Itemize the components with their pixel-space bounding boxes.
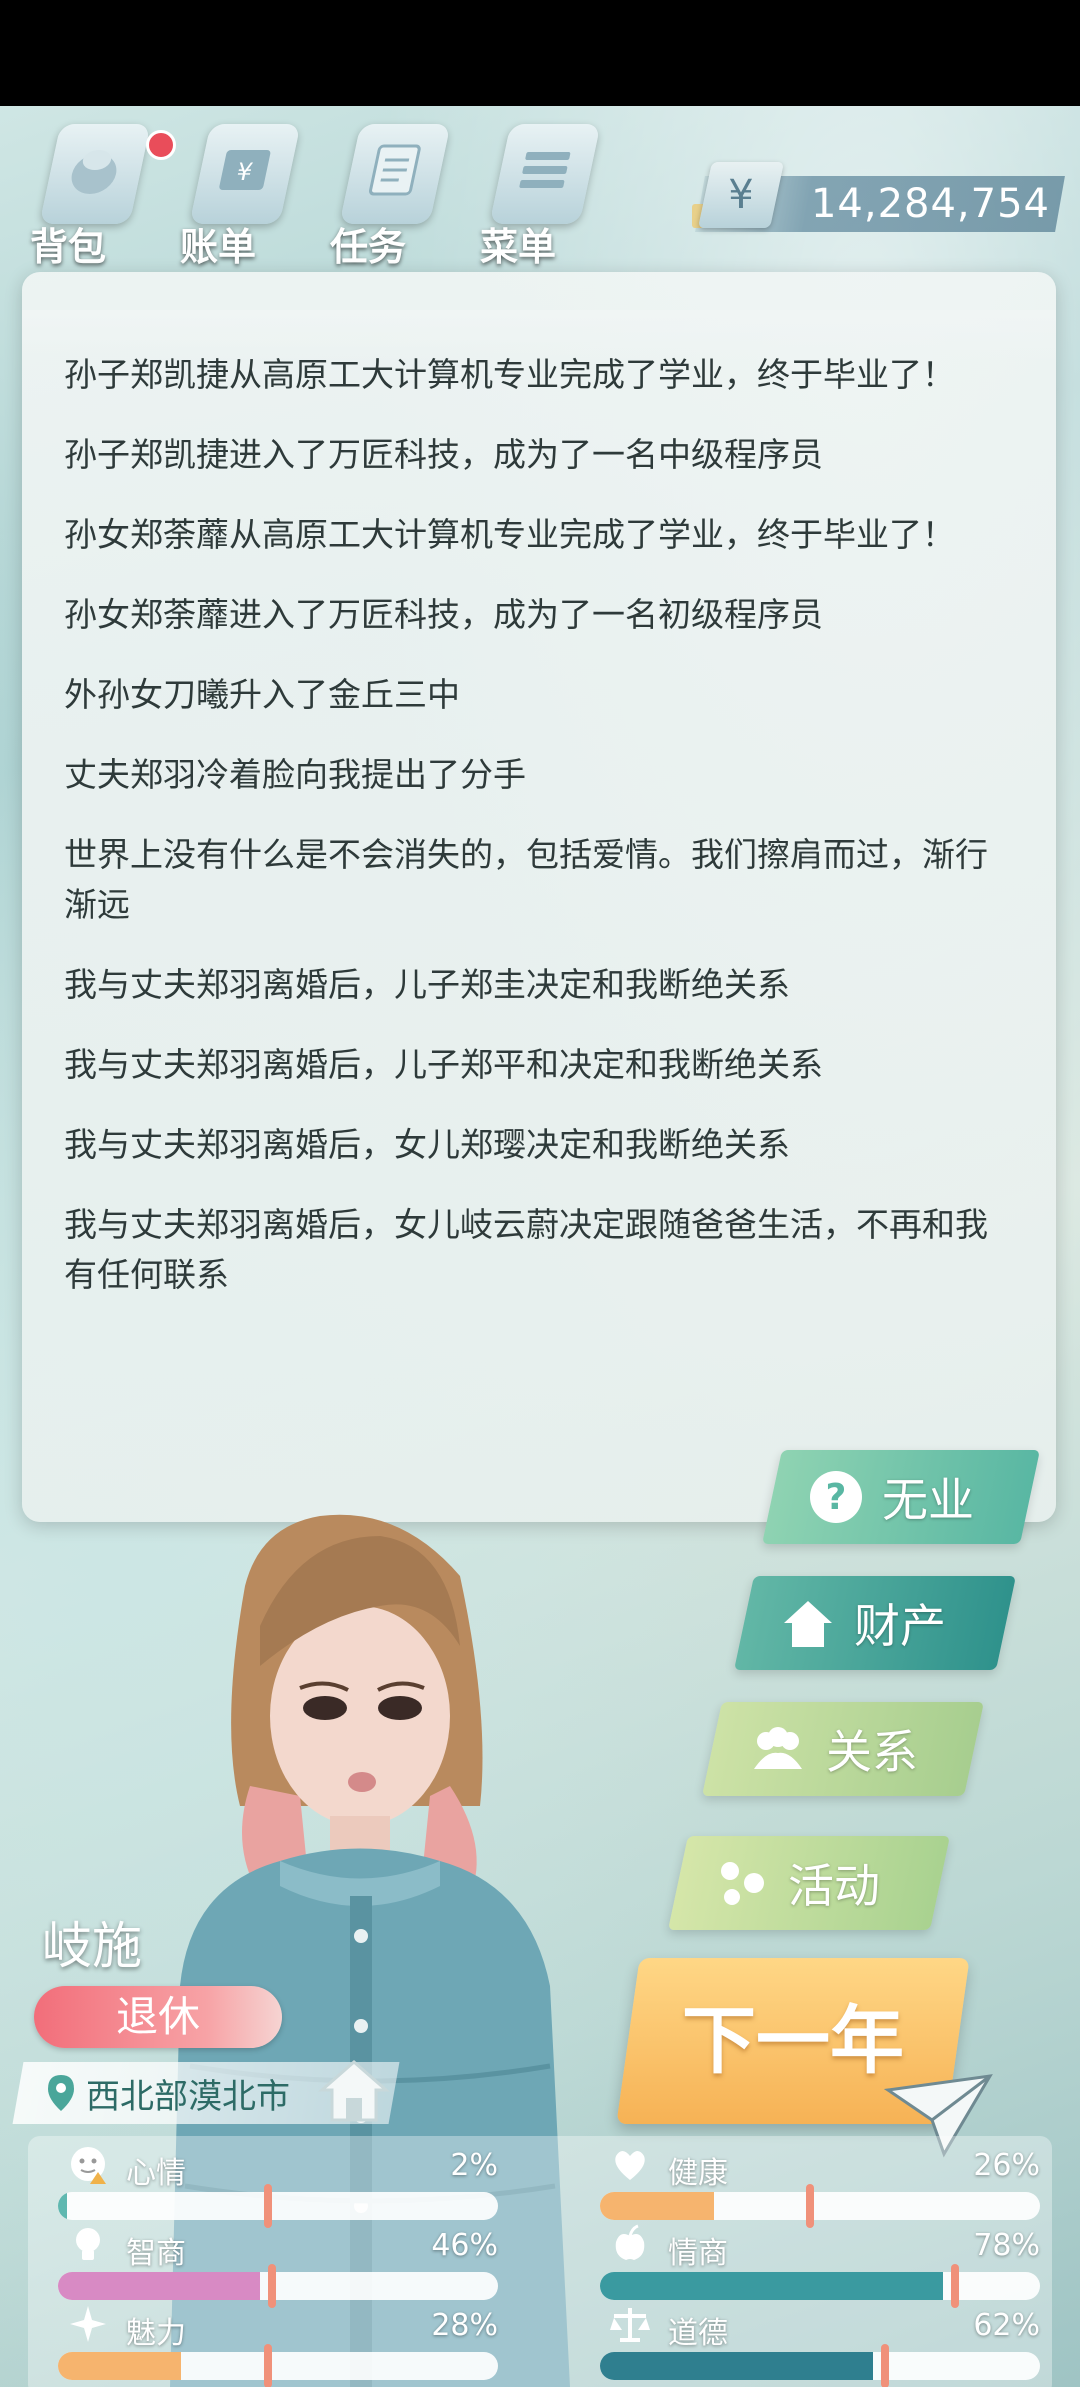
sparkle-icon xyxy=(70,2306,106,2342)
menu-button[interactable]: 菜单 xyxy=(472,116,612,269)
stats-panel: 心情 2% 健康 26% 智商 46% 情商 78% 魅力 28% 道德 62% xyxy=(28,2136,1052,2387)
log-entry: 孙女郑荼蘼进入了万匠科技，成为了一名初级程序员 xyxy=(64,595,823,634)
activity-button[interactable]: 活动 xyxy=(668,1836,950,1930)
question-icon: ? xyxy=(810,1471,862,1523)
game-scene: 背包 ¥ 账单 任务 菜单 ¥ 14,284,754 孙子郑凯捷进入了万匠科技 xyxy=(0,106,1080,2387)
status-bar xyxy=(0,0,1080,106)
stat-2: 智商 46% xyxy=(58,2224,498,2308)
house-icon xyxy=(784,1601,832,1647)
stat-bar xyxy=(58,2352,498,2380)
stat-bar-fill xyxy=(58,2272,261,2300)
stat-value: 62% xyxy=(973,2308,1040,2343)
money-value: 14,284,754 xyxy=(810,181,1050,227)
log-entry: 外孙女刀曦升入了金丘三中 xyxy=(64,675,460,714)
people-icon xyxy=(754,1727,802,1769)
stat-name: 智商 xyxy=(126,2236,186,2271)
relations-button[interactable]: 关系 xyxy=(702,1702,984,1796)
stat-0: 心情 2% xyxy=(58,2144,498,2228)
log-entry: 孙子郑凯捷进入了万匠科技，成为了一名中级程序员 xyxy=(64,435,823,474)
stat-5: 道德 62% xyxy=(600,2304,1040,2387)
log-entry: 孙女郑荼蘼从高原工大计算机专业完成了学业，终于毕业了！ xyxy=(64,515,955,554)
event-log-panel[interactable]: 孙子郑凯捷进入了万匠科技，成为了一名初级程序员孙子郑凯捷从高原工大计算机专业完成… xyxy=(22,272,1056,1522)
status-badge: 退休 xyxy=(34,1986,282,2048)
stat-bar xyxy=(600,2272,1040,2300)
svg-text:?: ? xyxy=(826,1477,847,1518)
stat-4: 魅力 28% xyxy=(58,2304,498,2387)
task-label: 任务 xyxy=(330,225,407,269)
location-label: 西北部漠北市 xyxy=(86,2076,290,2117)
location-pin-icon xyxy=(48,2075,74,2111)
bill-icon: ¥ xyxy=(189,124,301,224)
stat-bar-fill xyxy=(600,2352,873,2380)
stat-bar-fill xyxy=(58,2192,67,2220)
stat-1: 健康 26% xyxy=(600,2144,1040,2228)
bill-button[interactable]: ¥ 账单 xyxy=(172,116,312,269)
menu-label: 菜单 xyxy=(480,225,557,269)
assets-button[interactable]: 财产 xyxy=(734,1576,1016,1670)
backpack-icon xyxy=(39,124,151,224)
log-entry: 我与丈夫郑羽离婚后，女儿岐云蔚决定跟随爸爸生活，不再和我有任何联系 xyxy=(64,1205,988,1294)
heart-icon xyxy=(615,2151,645,2180)
stat-value: 28% xyxy=(431,2308,498,2343)
backpack-button[interactable]: 背包 xyxy=(22,116,176,269)
stat-marker xyxy=(264,2344,272,2387)
stat-bar xyxy=(600,2352,1040,2380)
job-label: 无业 xyxy=(882,1473,974,1527)
stat-value: 78% xyxy=(973,2228,1040,2263)
top-toolbar: 背包 ¥ 账单 任务 菜单 ¥ 14,284,754 xyxy=(0,106,1080,276)
task-button[interactable]: 任务 xyxy=(322,116,462,269)
stat-marker xyxy=(264,2184,272,2228)
stat-bar xyxy=(58,2192,498,2220)
log-entry: 丈夫郑羽冷着脸向我提出了分手 xyxy=(64,755,526,794)
stat-marker xyxy=(951,2264,960,2308)
stat-bar xyxy=(58,2272,498,2300)
log-entry: 我与丈夫郑羽离婚后，儿子郑圭决定和我断绝关系 xyxy=(64,965,790,1004)
stat-value: 26% xyxy=(973,2148,1040,2183)
stat-value: 46% xyxy=(431,2228,498,2263)
stat-bar-fill xyxy=(600,2272,944,2300)
stat-marker xyxy=(806,2184,814,2228)
stat-name: 健康 xyxy=(668,2156,728,2191)
home-icon[interactable] xyxy=(318,2056,390,2126)
lightbulb-icon xyxy=(76,2228,100,2260)
character-name: 岐施 xyxy=(42,1917,142,1975)
bill-label: 账单 xyxy=(180,225,257,269)
scales-icon xyxy=(610,2308,650,2342)
job-button[interactable]: ? 无业 xyxy=(762,1450,1040,1544)
stat-bar-fill xyxy=(58,2352,182,2380)
stat-3: 情商 78% xyxy=(600,2224,1040,2308)
yen-icon: ¥ xyxy=(697,162,785,228)
stat-name: 魅力 xyxy=(126,2316,186,2351)
stat-name: 心情 xyxy=(126,2156,186,2191)
log-entry: 我与丈夫郑羽离婚后，儿子郑平和决定和我断绝关系 xyxy=(64,1045,823,1084)
molecule-icon xyxy=(721,1862,764,1905)
task-icon xyxy=(339,124,451,224)
stat-marker xyxy=(268,2264,277,2308)
mood-face-icon xyxy=(71,2147,106,2184)
log-entry: 世界上没有什么是不会消失的，包括爱情。我们擦肩而过，渐行渐远 xyxy=(64,835,988,924)
apple-icon xyxy=(615,2224,645,2260)
activity-label: 活动 xyxy=(788,1859,880,1913)
log-entry: 我与丈夫郑羽离婚后，女儿郑璎决定和我断绝关系 xyxy=(64,1125,790,1164)
menu-icon xyxy=(489,124,601,224)
backpack-label: 背包 xyxy=(30,225,107,269)
stat-name: 情商 xyxy=(668,2236,728,2271)
stat-bar-fill xyxy=(600,2192,715,2220)
assets-label: 财产 xyxy=(854,1599,946,1653)
stat-marker xyxy=(880,2344,889,2387)
stat-value: 2% xyxy=(450,2148,498,2183)
relations-label: 关系 xyxy=(826,1725,918,1779)
event-log-list: 孙子郑凯捷进入了万匠科技，成为了一名初级程序员孙子郑凯捷从高原工大计算机专业完成… xyxy=(64,310,1014,1330)
stat-name: 道德 xyxy=(668,2316,728,2351)
stat-bar xyxy=(600,2192,1040,2220)
